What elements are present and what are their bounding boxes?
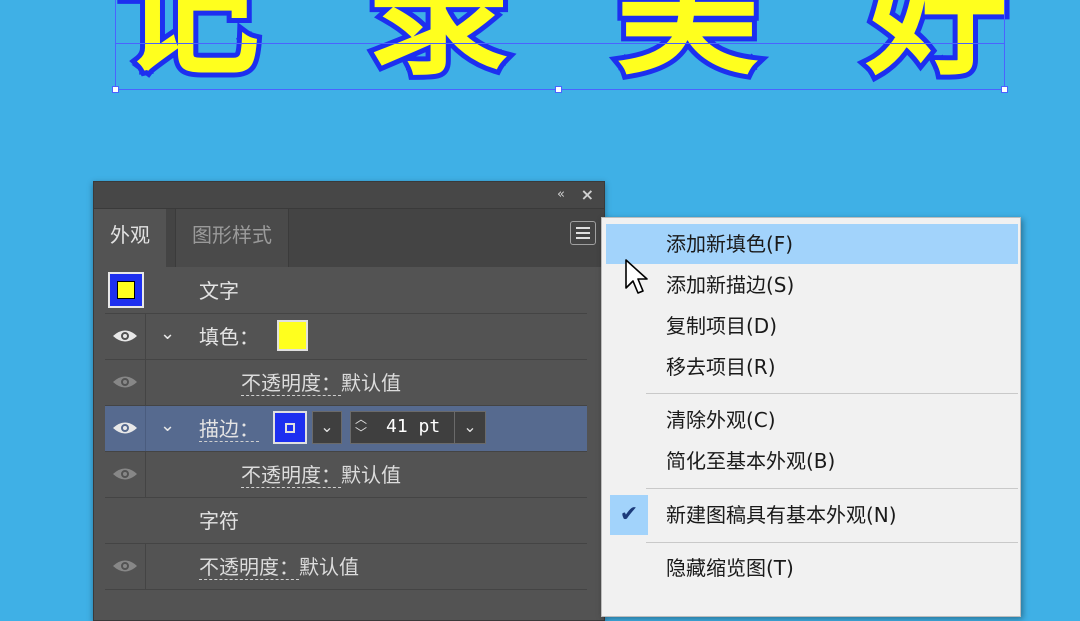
menu-item-reduce-to-basic[interactable]: 简化至基本外观(B)	[606, 441, 1018, 481]
panel-title-bar[interactable]: « ×	[94, 182, 604, 209]
weight-dropdown-chevron-icon[interactable]: ⌄	[454, 412, 485, 443]
object-opacity-row[interactable]: 不透明度：默认值	[105, 544, 587, 590]
chevron-down-icon[interactable]: ⌄	[160, 415, 175, 436]
object-thumbnail	[108, 272, 144, 308]
menu-item-hide-thumbnails[interactable]: 隐藏缩览图(T)	[606, 548, 1018, 588]
chevron-down-icon[interactable]: ⌄	[160, 323, 175, 344]
visibility-toggle[interactable]	[105, 314, 146, 359]
fill-opacity-row[interactable]: 不透明度：默认值	[105, 360, 587, 406]
stroke-color-swatch[interactable]	[273, 411, 307, 444]
eye-icon	[113, 330, 137, 342]
opacity-value: 默认值	[299, 555, 359, 579]
headline-char: 记	[113, 0, 265, 95]
stroke-color-dropdown[interactable]: ⌄	[312, 411, 342, 444]
visibility-toggle[interactable]	[105, 452, 146, 497]
menu-item-new-art-basic-appearance[interactable]: ✔ 新建图稿具有基本外观(N)	[606, 495, 1018, 535]
fill-color-swatch[interactable]	[277, 320, 308, 351]
menu-item-clear-appearance[interactable]: 清除外观(C)	[606, 400, 1018, 440]
visibility-toggle[interactable]	[105, 406, 146, 451]
panel-flyout-menu: 添加新填色(F) 添加新描边(S) 复制项目(D) 移去项目(R) 清除外观(C…	[601, 217, 1021, 617]
selection-bounding-box-left	[115, 0, 116, 90]
eye-icon	[113, 376, 137, 388]
headline-char: 好	[861, 0, 1013, 95]
selection-baseline	[115, 43, 1005, 44]
stroke-label-link[interactable]: 描边：	[199, 416, 259, 442]
menu-item-label: 添加新描边(S)	[666, 273, 795, 297]
menu-item-label: 复制项目(D)	[666, 314, 778, 338]
headline-char: 美	[612, 0, 764, 95]
eye-icon	[113, 468, 137, 480]
appearance-list: 文字 ⌄ 填色： 不透明度：默认值 ⌄ 描边： ⌄ ︿ ﹀ 41 pt ⌄ 不透…	[105, 268, 587, 590]
characters-label: 字符	[199, 509, 239, 533]
selection-handle[interactable]	[555, 86, 562, 93]
eye-icon	[113, 560, 137, 572]
mouse-cursor-icon	[625, 259, 648, 294]
tab-graphic-styles[interactable]: 图形样式	[175, 209, 289, 267]
characters-row[interactable]: 字符	[105, 498, 587, 544]
stroke-opacity-row[interactable]: 不透明度：默认值	[105, 452, 587, 498]
stroke-weight-value[interactable]: 41 pt	[386, 416, 440, 437]
menu-item-remove-item[interactable]: 移去项目(R)	[606, 347, 1018, 387]
stroke-row[interactable]: ⌄ 描边： ⌄ ︿ ﹀ 41 pt ⌄	[105, 406, 587, 452]
opacity-link[interactable]: 不透明度：默认值	[241, 370, 401, 396]
selection-handle[interactable]	[112, 86, 119, 93]
fill-label[interactable]: 填色：	[199, 324, 259, 350]
fill-row[interactable]: ⌄ 填色：	[105, 314, 587, 360]
hamburger-menu-icon[interactable]	[570, 221, 596, 245]
menu-item-label: 新建图稿具有基本外观(N)	[666, 503, 897, 527]
opacity-link[interactable]: 不透明度：默认值	[241, 462, 401, 488]
panel-tabs: 外观 图形样式	[94, 209, 604, 267]
menu-item-add-new-fill[interactable]: 添加新填色(F)	[606, 224, 1018, 264]
menu-item-label: 隐藏缩览图(T)	[666, 556, 794, 580]
appearance-panel: « × 外观 图形样式 文字 ⌄ 填色： 不透明度：默认值 ⌄ 描边： ⌄ ︿ …	[93, 181, 605, 621]
menu-item-add-new-stroke[interactable]: 添加新描边(S)	[606, 265, 1018, 305]
menu-item-label: 简化至基本外观(B)	[666, 449, 836, 473]
menu-separator	[646, 488, 1018, 489]
object-type-label: 文字	[199, 279, 239, 303]
object-row[interactable]: 文字	[105, 268, 587, 314]
close-icon[interactable]: ×	[581, 185, 594, 204]
opacity-link[interactable]: 不透明度：默认值	[199, 554, 359, 580]
checkmark-icon: ✔	[610, 495, 648, 535]
headline-char: 录	[362, 0, 514, 95]
canvas-headline-text[interactable]: 记 录 美 好	[113, 0, 1013, 95]
collapse-panel-icon[interactable]: «	[557, 187, 565, 202]
eye-icon	[113, 422, 137, 434]
visibility-toggle[interactable]	[105, 544, 146, 589]
selection-bounding-box-right	[1004, 0, 1005, 90]
selection-handle[interactable]	[1001, 86, 1008, 93]
opacity-value: 默认值	[341, 371, 401, 395]
tab-appearance[interactable]: 外观	[94, 209, 166, 267]
opacity-label[interactable]: 不透明度：	[241, 463, 341, 488]
menu-item-label: 添加新填色(F)	[666, 232, 794, 256]
menu-item-label: 移去项目(R)	[666, 355, 776, 379]
stroke-label[interactable]: 描边：	[199, 417, 259, 442]
opacity-value: 默认值	[341, 463, 401, 487]
opacity-label[interactable]: 不透明度：	[241, 371, 341, 396]
stroke-weight-field[interactable]: ︿ ﹀ 41 pt ⌄	[350, 411, 486, 444]
menu-item-duplicate-item[interactable]: 复制项目(D)	[606, 306, 1018, 346]
menu-separator	[646, 393, 1018, 394]
stepper-arrows-icon[interactable]: ︿ ﹀	[355, 412, 367, 440]
visibility-toggle[interactable]	[105, 360, 146, 405]
opacity-label[interactable]: 不透明度：	[199, 555, 299, 580]
menu-item-label: 清除外观(C)	[666, 408, 776, 432]
menu-separator	[646, 542, 1018, 543]
